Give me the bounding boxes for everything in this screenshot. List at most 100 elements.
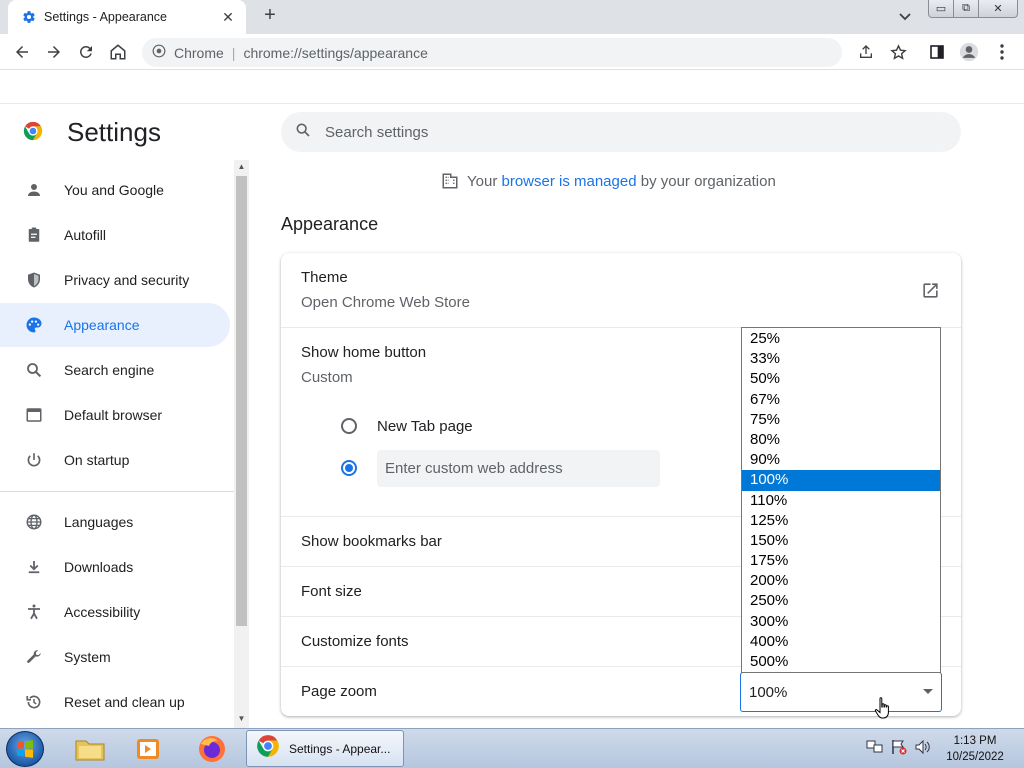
- chrome-logo-icon: [22, 120, 44, 142]
- managed-prefix: Your: [467, 172, 498, 190]
- sidebar-scroll-thumb[interactable]: [236, 176, 247, 626]
- page-zoom-select[interactable]: 100%: [740, 672, 942, 712]
- zoom-option[interactable]: 25%: [742, 329, 940, 349]
- customize-fonts-label[interactable]: Customize fonts: [301, 633, 409, 650]
- managed-link[interactable]: browser is managed: [501, 173, 636, 190]
- sidebar-item-accessibility[interactable]: Accessibility: [0, 590, 230, 634]
- browser-icon: [24, 405, 44, 425]
- page-zoom-label: Page zoom: [301, 683, 377, 700]
- zoom-option[interactable]: 80%: [742, 430, 940, 450]
- power-icon: [24, 450, 44, 470]
- minimize-button[interactable]: ▭: [928, 0, 954, 18]
- sidebar-item-autofill[interactable]: Autofill: [0, 213, 230, 257]
- zoom-option[interactable]: 200%: [742, 571, 940, 591]
- tab-title: Settings - Appearance: [44, 10, 167, 24]
- taskbar-clock[interactable]: 1:13 PM 10/25/2022: [940, 733, 1010, 765]
- new-tab-button[interactable]: +: [259, 5, 281, 27]
- building-icon: [441, 172, 459, 190]
- reload-icon[interactable]: [74, 40, 98, 64]
- sidebar-item-downloads[interactable]: Downloads: [0, 545, 230, 589]
- page-zoom-value: 100%: [749, 683, 788, 701]
- firefox-icon[interactable]: [192, 732, 232, 766]
- maximize-button[interactable]: ⧉: [953, 0, 979, 18]
- search-settings-input[interactable]: Search settings: [281, 112, 961, 152]
- sidebar-item-label: Appearance: [64, 317, 140, 333]
- history-icon: [24, 692, 44, 712]
- sidebar-item-default-browser[interactable]: Default browser: [0, 393, 230, 437]
- radio-new-tab-page[interactable]: [341, 418, 357, 434]
- managed-notice: Your browser is managed by your organiza…: [441, 172, 776, 190]
- tab-search-chevron-icon[interactable]: [896, 8, 914, 26]
- zoom-option[interactable]: 300%: [742, 612, 940, 632]
- sidebar-item-label: On startup: [64, 452, 130, 468]
- share-icon[interactable]: [856, 42, 876, 62]
- side-panel-icon[interactable]: [927, 42, 947, 62]
- theme-subtitle[interactable]: Open Chrome Web Store: [301, 294, 470, 311]
- sidebar-item-on-startup[interactable]: On startup: [0, 438, 230, 482]
- search-icon: [24, 360, 44, 380]
- sidebar-item-label: Downloads: [64, 559, 134, 575]
- menu-kebab-icon[interactable]: [992, 42, 1012, 62]
- start-button[interactable]: [6, 731, 44, 767]
- font-size-label: Font size: [301, 583, 362, 600]
- address-bar[interactable]: Chrome | chrome://settings/appearance: [142, 38, 842, 67]
- tab-settings[interactable]: Settings - Appearance ✕: [8, 0, 246, 34]
- sidebar-item-label: Search engine: [64, 362, 155, 378]
- radio-new-tab-label: New Tab page: [377, 418, 473, 435]
- sidebar-item-privacy-and-security[interactable]: Privacy and security: [0, 258, 230, 302]
- gear-icon: [22, 10, 36, 24]
- tab-close-icon[interactable]: ✕: [220, 9, 236, 26]
- sidebar-item-system[interactable]: System: [0, 635, 230, 679]
- page-zoom-dropdown-list[interactable]: 25% 33% 50% 67% 75% 80% 90% 100% 110% 125% 150% 175…: [741, 327, 941, 673]
- custom-address-input[interactable]: Enter custom web address: [377, 450, 660, 487]
- sidebar-item-reset-and-clean-up[interactable]: Reset and clean up: [0, 680, 230, 724]
- action-center-flag-icon[interactable]: [890, 739, 908, 760]
- person-icon: [24, 180, 44, 200]
- close-window-button[interactable]: ✕: [978, 0, 1018, 18]
- sidebar-item-label: Autofill: [64, 227, 107, 243]
- file-explorer-icon[interactable]: [70, 732, 110, 766]
- sidebar-item-search-engine[interactable]: Search engine: [0, 348, 230, 392]
- zoom-option[interactable]: 150%: [742, 531, 940, 551]
- clock-time: 1:13 PM: [953, 735, 997, 747]
- bookmark-star-icon[interactable]: [888, 42, 908, 62]
- zoom-option[interactable]: 75%: [742, 410, 940, 430]
- url-text: chrome://settings/appearance: [243, 44, 428, 61]
- scroll-down-arrow-icon[interactable]: ▼: [236, 714, 247, 726]
- hand-cursor-icon: [874, 696, 894, 720]
- media-player-icon[interactable]: [128, 732, 168, 766]
- zoom-option[interactable]: 500%: [742, 652, 940, 672]
- zoom-option[interactable]: 100%: [742, 470, 940, 491]
- globe-icon: [24, 512, 44, 532]
- sidebar-divider: [0, 491, 234, 492]
- zoom-option[interactable]: 175%: [742, 551, 940, 571]
- search-icon: [295, 122, 311, 143]
- zoom-option[interactable]: 90%: [742, 450, 940, 470]
- wrench-icon: [24, 647, 44, 667]
- sidebar-item-appearance[interactable]: Appearance: [0, 303, 230, 347]
- taskbar-chrome-window[interactable]: Settings - Appear...: [246, 730, 404, 767]
- zoom-option[interactable]: 250%: [742, 591, 940, 611]
- page-title: Settings: [67, 117, 161, 147]
- zoom-option[interactable]: 67%: [742, 390, 940, 410]
- zoom-option[interactable]: 125%: [742, 511, 940, 531]
- open-external-icon[interactable]: [921, 281, 941, 301]
- home-icon[interactable]: [106, 40, 130, 64]
- windows-taskbar: Settings - Appear... 1:13 PM 10/25/2022: [0, 728, 1024, 768]
- zoom-option[interactable]: 50%: [742, 369, 940, 389]
- sidebar-item-you-and-google[interactable]: You and Google: [0, 168, 230, 212]
- radio-custom-address[interactable]: [341, 460, 357, 476]
- zoom-option[interactable]: 400%: [742, 632, 940, 652]
- sidebar-item-label: Privacy and security: [64, 272, 190, 288]
- back-arrow-icon[interactable]: [10, 40, 34, 64]
- volume-icon[interactable]: [914, 739, 932, 760]
- zoom-option[interactable]: 110%: [742, 491, 940, 511]
- zoom-option[interactable]: 33%: [742, 349, 940, 369]
- forward-arrow-icon[interactable]: [42, 40, 66, 64]
- sidebar-item-languages[interactable]: Languages: [0, 500, 230, 544]
- network-icon[interactable]: [866, 739, 884, 760]
- profile-avatar-icon[interactable]: [959, 42, 979, 62]
- scroll-up-arrow-icon[interactable]: ▲: [236, 162, 247, 174]
- dropdown-caret-icon: [923, 689, 933, 694]
- site-name: Chrome: [174, 44, 224, 61]
